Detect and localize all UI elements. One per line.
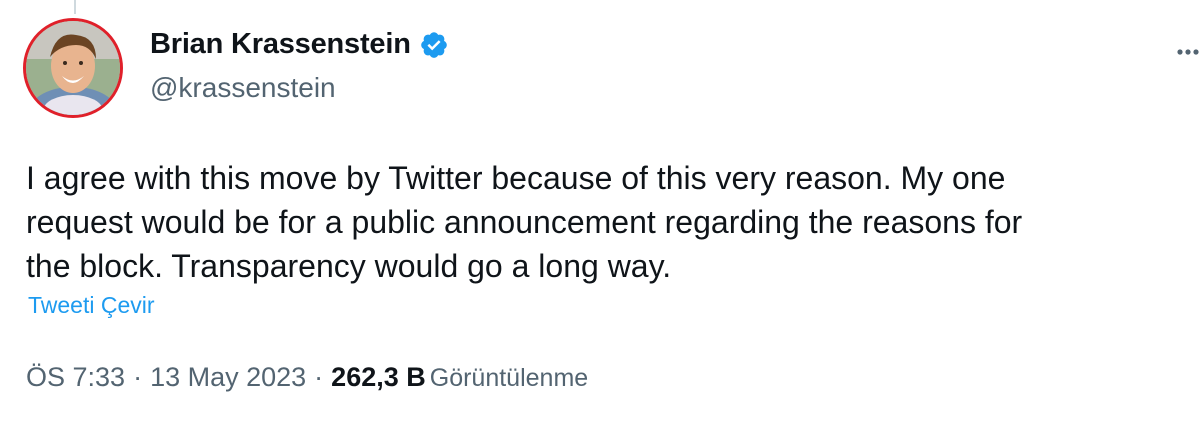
translate-tweet-link[interactable]: Tweeti Çevir — [28, 292, 155, 319]
views-label: Görüntülenme — [429, 364, 589, 392]
tweet-text: I agree with this move by Twitter becaus… — [26, 156, 1186, 288]
author-name-row: Brian Krassenstein — [150, 28, 449, 61]
author-handle[interactable]: @krassenstein — [150, 72, 336, 104]
author-display-name[interactable]: Brian Krassenstein — [150, 28, 411, 61]
avatar[interactable] — [23, 18, 123, 118]
tweet-text-line: the block. Transparency would go a long … — [26, 248, 672, 284]
verified-badge-icon[interactable] — [419, 30, 449, 60]
meta-separator: · — [133, 362, 143, 392]
meta-separator: · — [314, 362, 324, 392]
more-options-icon[interactable] — [1176, 44, 1200, 55]
thread-connector-line — [74, 0, 76, 14]
tweet-meta-row: ÖS 7:33 · 13 May 2023 · 262,3 B Görüntülenme — [26, 362, 588, 393]
tweet-date[interactable]: 13 May 2023 — [150, 362, 306, 392]
tweet-text-line: request would be for a public announceme… — [26, 204, 1023, 240]
tweet-time[interactable]: ÖS 7:33 — [26, 362, 125, 392]
tweet-text-line: I agree with this move by Twitter becaus… — [26, 160, 1006, 196]
profile-photo-icon — [26, 21, 120, 115]
views-count: 262,3 B — [331, 362, 426, 392]
